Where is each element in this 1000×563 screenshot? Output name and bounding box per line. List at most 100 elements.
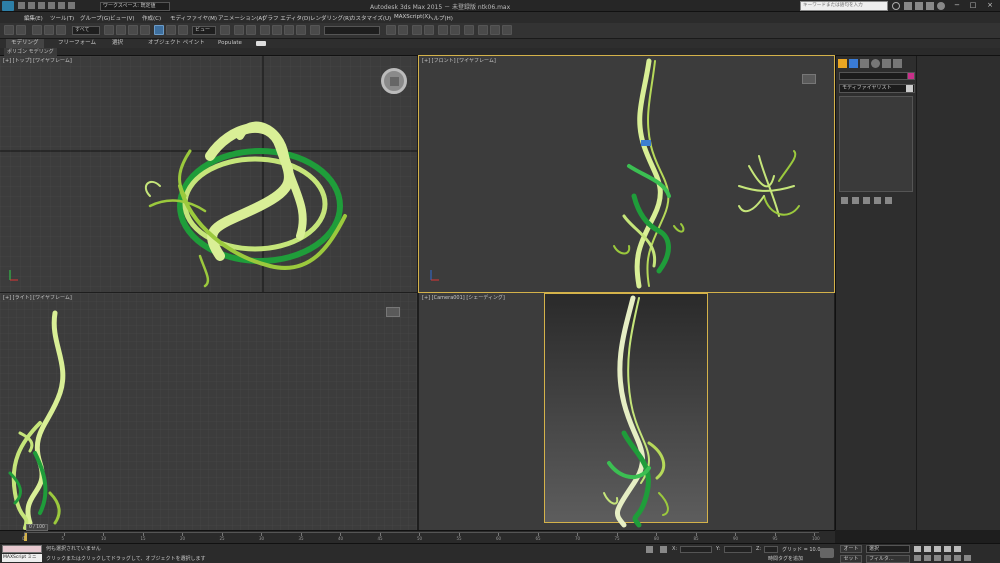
search-icon[interactable]	[892, 2, 900, 10]
configure-modifier-sets-icon[interactable]	[885, 197, 892, 204]
tab-object-paint[interactable]: オブジェクト ペイント	[148, 39, 205, 48]
display-tab-icon[interactable]	[882, 59, 891, 68]
field-of-view-icon[interactable]	[934, 555, 941, 561]
mirror-icon[interactable]	[386, 25, 396, 35]
schematic-view-icon[interactable]	[450, 25, 460, 35]
help-icon[interactable]	[937, 2, 945, 10]
key-icon[interactable]	[926, 2, 934, 10]
viewport-front[interactable]: [+] [フロント] [ワイヤフレーム]	[418, 55, 835, 293]
viewport-camera-label[interactable]: [+] [Camera001] [シェーディング]	[422, 294, 505, 301]
search-input[interactable]: キーワードまたは語句を入力	[800, 1, 888, 11]
star-icon[interactable]	[915, 2, 923, 10]
zoom-all-icon[interactable]	[924, 555, 931, 561]
curve-editor-icon[interactable]	[438, 25, 448, 35]
redo-icon[interactable]	[16, 25, 26, 35]
bind-spacewarp-icon[interactable]	[56, 25, 66, 35]
y-coordinate-field[interactable]	[724, 546, 752, 553]
menu-item[interactable]: グラフ エディタ(D)	[262, 14, 310, 22]
align-icon[interactable]	[398, 25, 408, 35]
select-object-icon[interactable]	[104, 25, 114, 35]
menu-item[interactable]: 編集(E)	[24, 14, 43, 22]
timeline[interactable]: 0 / 100 0 5 10 15 20 25 30 35 40 45 50 55 60 65 70 75 80…	[0, 524, 835, 543]
remove-modifier-icon[interactable]	[874, 197, 881, 204]
show-end-result-icon[interactable]	[852, 197, 859, 204]
menu-item[interactable]: カスタマイズ(U)	[350, 14, 391, 22]
modifier-stack[interactable]	[839, 96, 913, 192]
add-time-tag-button[interactable]: 時間タグを追加	[768, 555, 803, 562]
transform-type-in-icon[interactable]	[660, 546, 667, 553]
ribbon-toggle-icon[interactable]	[256, 41, 266, 46]
previous-frame-icon[interactable]	[924, 546, 931, 552]
redo-icon[interactable]	[58, 2, 65, 9]
rendered-frame-window-icon[interactable]	[490, 25, 500, 35]
polygon-modeling-label[interactable]: ポリゴン モデリング	[4, 48, 57, 56]
menu-item[interactable]: 作成(C)	[142, 14, 161, 22]
pan-icon[interactable]	[944, 555, 951, 561]
menu-item[interactable]: ツール(T)	[50, 14, 74, 22]
selection-filter-dropdown[interactable]: すべて	[72, 26, 100, 35]
binoculars-icon[interactable]	[904, 2, 912, 10]
select-manipulate-icon[interactable]	[234, 25, 244, 35]
key-filter-icon[interactable]	[820, 548, 834, 558]
zoom-icon[interactable]	[914, 555, 921, 561]
rectangle-selection-icon[interactable]	[128, 25, 138, 35]
selected-dropdown[interactable]: 選択	[866, 545, 910, 553]
make-unique-icon[interactable]	[863, 197, 870, 204]
menu-item[interactable]: ヘルプ(H)	[428, 14, 453, 22]
workspace-dropdown[interactable]: ワークスペース: 既定値	[100, 2, 170, 11]
tab-freeform[interactable]: フリーフォーム	[58, 39, 96, 48]
percent-snap-icon[interactable]	[284, 25, 294, 35]
set-key-button[interactable]: セット	[840, 555, 862, 563]
save-file-icon[interactable]	[38, 2, 45, 9]
motion-tab-icon[interactable]	[871, 59, 880, 68]
frame-counter[interactable]: 0 / 100	[26, 524, 48, 531]
pin-stack-icon[interactable]	[841, 197, 848, 204]
object-name-field[interactable]	[839, 72, 909, 80]
auto-key-button[interactable]: オート	[840, 545, 862, 553]
viewport-camera[interactable]: [+] [Camera001] [シェーディング]	[419, 293, 834, 530]
angle-snap-icon[interactable]	[272, 25, 282, 35]
steering-wheel-icon[interactable]	[381, 68, 407, 94]
viewport-top-label[interactable]: [+] [トップ] [ワイヤフレーム]	[3, 57, 72, 64]
open-file-icon[interactable]	[28, 2, 35, 9]
lock-selection-icon[interactable]	[646, 546, 653, 553]
app-logo-icon[interactable]	[2, 1, 14, 11]
select-and-rotate-icon[interactable]	[166, 25, 176, 35]
spinner-snap-icon[interactable]	[296, 25, 306, 35]
undo-icon[interactable]	[48, 2, 55, 9]
play-icon[interactable]	[934, 546, 941, 552]
viewport-left-label[interactable]: [+] [ライト] [ワイヤフレーム]	[3, 294, 72, 301]
menu-item[interactable]: グループ(G)	[80, 14, 110, 22]
window-crossing-icon[interactable]	[140, 25, 150, 35]
go-to-end-icon[interactable]	[954, 546, 961, 552]
maximize-viewport-icon[interactable]	[964, 555, 971, 561]
select-by-name-icon[interactable]	[116, 25, 126, 35]
menu-item[interactable]: ビュー(V)	[110, 14, 135, 22]
key-filters-button[interactable]: フィルタ...	[866, 555, 910, 563]
named-selection-dropdown[interactable]	[324, 26, 380, 35]
render-production-icon[interactable]	[502, 25, 512, 35]
new-file-icon[interactable]	[18, 2, 25, 9]
z-coordinate-field[interactable]	[764, 546, 778, 553]
viewport-top[interactable]: [+] [トップ] [ワイヤフレーム]	[0, 56, 417, 292]
viewport-front-label[interactable]: [+] [フロント] [ワイヤフレーム]	[422, 57, 496, 64]
minimize-button[interactable]: −	[950, 1, 964, 11]
x-coordinate-field[interactable]	[680, 546, 712, 553]
orbit-icon[interactable]	[954, 555, 961, 561]
pivot-center-icon[interactable]	[220, 25, 230, 35]
menu-item[interactable]: アニメーション(A)	[218, 14, 264, 22]
material-editor-icon[interactable]	[464, 25, 474, 35]
unlink-icon[interactable]	[44, 25, 54, 35]
close-button[interactable]: ×	[982, 1, 998, 11]
project-folder-icon[interactable]	[68, 2, 75, 9]
menu-item[interactable]: レンダリング(R)	[310, 14, 351, 22]
maxscript-listener[interactable]	[2, 545, 42, 553]
modifier-list-dropdown[interactable]: モディファイヤリスト	[839, 84, 915, 93]
menu-item[interactable]: MAXScript(X)	[394, 14, 430, 20]
tab-modeling[interactable]: モデリング	[6, 39, 44, 48]
select-and-scale-icon[interactable]	[178, 25, 188, 35]
modifier-list-chevron-icon[interactable]	[906, 85, 913, 92]
layer-manager-icon[interactable]	[412, 25, 422, 35]
go-to-start-icon[interactable]	[914, 546, 921, 552]
graphite-ribbon-icon[interactable]	[424, 25, 434, 35]
